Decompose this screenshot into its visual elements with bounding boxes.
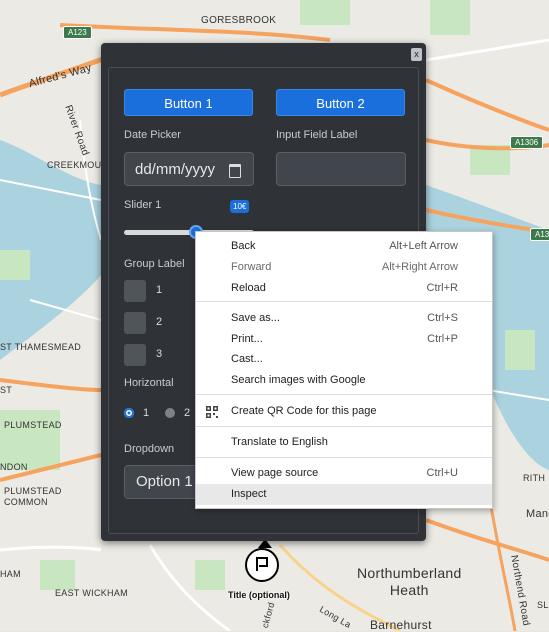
radio-label-1: 1 [143, 407, 150, 419]
road-badge-a123: A123 [63, 26, 92, 39]
map-label-st: ST [0, 385, 13, 395]
map-label-barnehurst: Barnehurst [370, 618, 432, 632]
marker-title: Title (optional) [228, 590, 290, 600]
dropdown-label: Dropdown [124, 443, 175, 455]
radio-1[interactable] [124, 408, 134, 418]
checkbox-3[interactable] [124, 344, 146, 366]
calendar-icon[interactable] [229, 164, 241, 178]
map-label-plumstead-common: PLUMSTEAD COMMON [4, 486, 62, 507]
map-label-ham: HAM [0, 569, 21, 579]
menu-separator [196, 394, 492, 395]
menu-shortcut-forward: Alt+Right Arrow [381, 261, 458, 273]
menu-item-view-source[interactable]: View page source Ctrl+U [196, 463, 492, 484]
menu-label-qr-code: Create QR Code for this page [231, 405, 377, 417]
menu-shortcut-back: Alt+Left Arrow [389, 240, 458, 252]
map-label-plumstead: PLUMSTEAD [4, 420, 62, 430]
menu-shortcut-view-source: Ctrl+U [426, 467, 458, 479]
checkbox-2[interactable] [124, 312, 146, 334]
menu-item-save-as[interactable]: Save as... Ctrl+S [196, 308, 492, 329]
menu-label-cast: Cast... [231, 353, 263, 365]
map-label-sl: SL [537, 600, 549, 610]
menu-label-back: Back [231, 240, 256, 252]
menu-shortcut-reload: Ctrl+R [426, 282, 458, 294]
qr-code-icon [206, 406, 218, 418]
road-badge-a13: A13 [530, 228, 549, 241]
menu-item-forward[interactable]: Forward Alt+Right Arrow [196, 257, 492, 278]
menu-label-inspect: Inspect [231, 488, 267, 500]
menu-label-translate: Translate to English [231, 436, 328, 448]
menu-item-cast[interactable]: Cast... [196, 349, 492, 370]
button-2[interactable]: Button 2 [276, 89, 405, 116]
menu-label-save-as: Save as... [231, 312, 280, 324]
date-placeholder: dd/mm/yyyy [135, 161, 216, 178]
map-label-thamesmead: ST THAMESMEAD [0, 342, 82, 352]
input-field-label: Input Field Label [276, 129, 358, 141]
checkbox-1[interactable] [124, 280, 146, 302]
menu-item-inspect[interactable]: Inspect [196, 484, 492, 505]
checkbox-label-3: 3 [156, 348, 163, 360]
context-menu: Back Alt+Left Arrow Forward Alt+Right Ar… [195, 231, 493, 509]
button-1[interactable]: Button 1 [124, 89, 253, 116]
checkbox-label-1: 1 [156, 284, 163, 296]
slider-value-badge: 10€ [230, 200, 250, 213]
map-label-manc: Manc [526, 508, 549, 520]
text-input-field[interactable] [276, 152, 406, 186]
menu-shortcut-save-as: Ctrl+S [427, 312, 458, 324]
checkbox-label-2: 2 [156, 316, 163, 328]
date-picker-input[interactable]: dd/mm/yyyy [124, 152, 254, 186]
menu-item-back[interactable]: Back Alt+Left Arrow [196, 236, 492, 257]
radio-label-2: 2 [184, 407, 191, 419]
menu-item-reload[interactable]: Reload Ctrl+R [196, 278, 492, 299]
menu-label-forward: Forward [231, 261, 272, 273]
menu-label-search-images: Search images with Google [231, 374, 366, 386]
map-marker[interactable] [245, 548, 279, 582]
map-label-rith: RITH [523, 473, 546, 483]
menu-label-reload: Reload [231, 282, 266, 294]
menu-label-view-source: View page source [231, 467, 319, 479]
menu-label-print: Print... [231, 333, 263, 345]
menu-separator [196, 457, 492, 458]
flag-icon [256, 557, 268, 571]
radio-2[interactable] [165, 408, 175, 418]
map-label-east-wickham: EAST WICKHAM [55, 588, 128, 598]
slider-label: Slider 1 [124, 199, 162, 211]
close-button[interactable]: x [411, 48, 422, 61]
menu-item-translate[interactable]: Translate to English [196, 432, 492, 453]
menu-separator [196, 301, 492, 302]
menu-item-search-images[interactable]: Search images with Google [196, 370, 492, 391]
date-picker-label: Date Picker [124, 129, 181, 141]
menu-item-print[interactable]: Print... Ctrl+P [196, 329, 492, 350]
group-label: Group Label [124, 258, 185, 270]
horizontal-label: Horizontal [124, 377, 174, 389]
map-label-goresbrook: GORESBROOK [201, 15, 277, 26]
menu-shortcut-print: Ctrl+P [427, 333, 458, 345]
road-badge-a1306: A1306 [510, 136, 544, 149]
map-label-ndon: NDON [0, 462, 28, 472]
map-label-creekmou: CREEKMOU [47, 160, 102, 170]
menu-separator [196, 426, 492, 427]
dropdown-select[interactable]: Option 1 [124, 465, 204, 499]
map-label-northumberland-heath: Northumberland Heath [357, 565, 462, 598]
menu-item-qr-code[interactable]: Create QR Code for this page [196, 401, 492, 422]
